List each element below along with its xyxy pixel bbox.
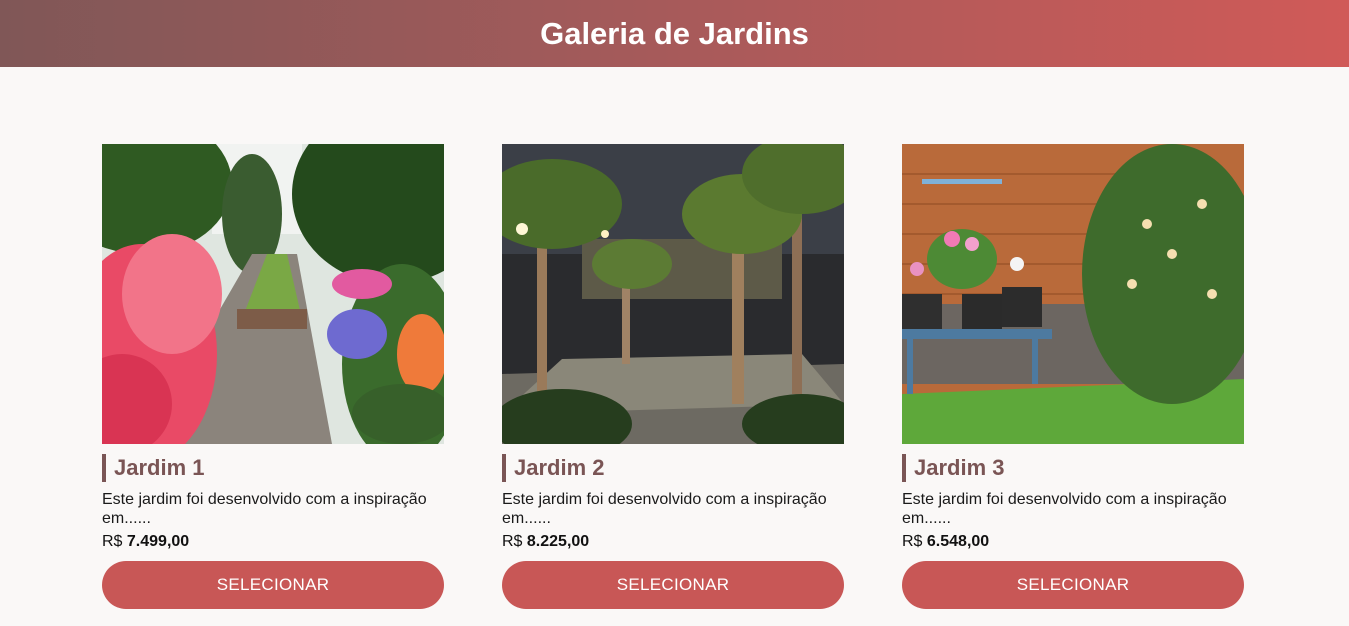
page-title: Galeria de Jardins: [540, 15, 809, 51]
card-price: R$ 7.499,00: [102, 532, 444, 552]
page-header: Galeria de Jardins: [0, 0, 1349, 67]
price-value: 8.225,00: [526, 533, 590, 550]
price-value: 6.548,00: [926, 533, 990, 550]
select-button[interactable]: SELECIONAR: [502, 561, 844, 609]
garden-card: Jardim 3 Este jardim foi desenvolvido co…: [902, 144, 1244, 609]
card-price: R$ 8.225,00: [502, 532, 844, 552]
garden-photo: [502, 144, 844, 444]
currency-symbol: R$: [102, 533, 123, 550]
card-description: Este jardim foi desenvolvido com a inspi…: [502, 491, 827, 527]
garden-gallery: Jardim 1 Este jardim foi desenvolvido co…: [0, 67, 1349, 626]
garden-card: Jardim 1 Este jardim foi desenvolvido co…: [102, 144, 444, 609]
select-button[interactable]: SELECIONAR: [102, 561, 444, 609]
card-price: R$ 6.548,00: [902, 532, 1244, 552]
card-description: Este jardim foi desenvolvido com a inspi…: [902, 491, 1227, 527]
currency-symbol: R$: [902, 533, 923, 550]
garden-card: Jardim 2 Este jardim foi desenvolvido co…: [502, 144, 844, 609]
price-value: 7.499,00: [126, 533, 190, 550]
currency-symbol: R$: [502, 533, 523, 550]
card-title: Jardim 2: [502, 454, 844, 482]
card-title: Jardim 1: [102, 454, 444, 482]
card-title: Jardim 3: [902, 454, 1244, 482]
garden-photo: [102, 144, 444, 444]
garden-photo: [902, 144, 1244, 444]
select-button[interactable]: SELECIONAR: [902, 561, 1244, 609]
card-description: Este jardim foi desenvolvido com a inspi…: [102, 491, 427, 527]
